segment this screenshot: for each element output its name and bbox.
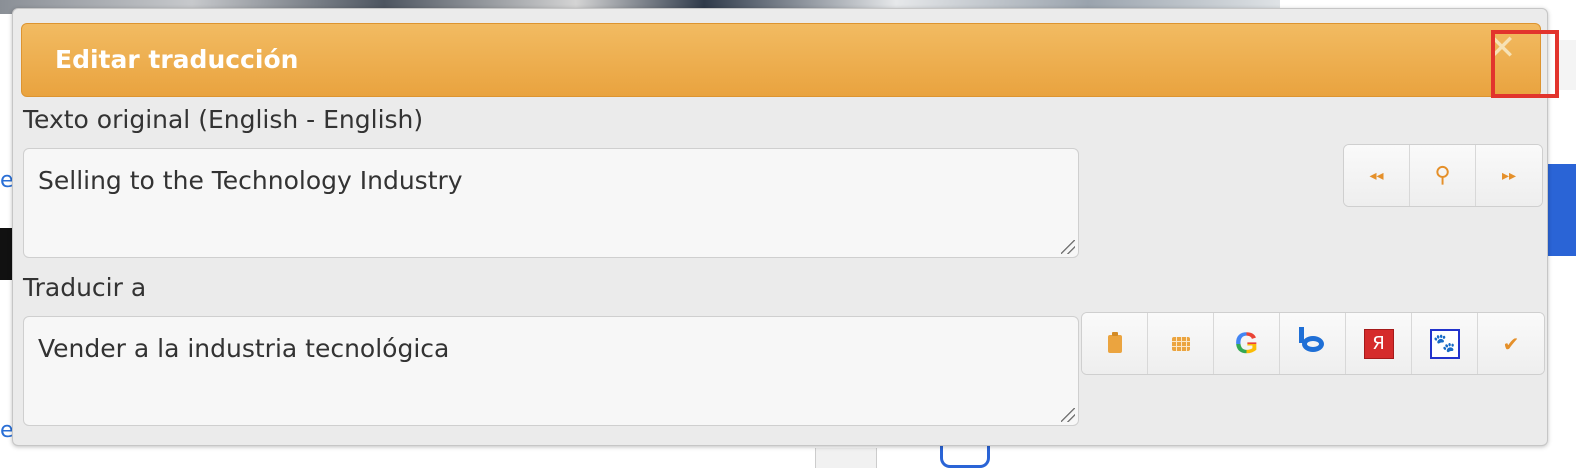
close-button-highlight — [1491, 30, 1559, 98]
yandex-translate-button[interactable]: Я — [1346, 313, 1412, 374]
search-icon: ⚲ — [1434, 163, 1451, 188]
original-text-field[interactable]: Selling to the Technology Industry — [23, 148, 1079, 258]
translation-tools-group: G Я 🐾 ✔ — [1081, 312, 1545, 375]
dialog-title: Editar traducción — [55, 45, 299, 74]
background-footer-fragment — [815, 448, 877, 468]
previous-button[interactable]: ◂◂ — [1344, 145, 1410, 206]
navigation-button-group: ◂◂ ⚲ ▸▸ — [1343, 144, 1543, 207]
original-text-label: Texto original (English - English) — [23, 105, 424, 134]
save-translation-button[interactable]: ✔ — [1478, 313, 1544, 374]
next-icon: ▸▸ — [1501, 167, 1517, 184]
resize-handle[interactable] — [1061, 408, 1075, 422]
translation-value: Vender a la industria tecnológica — [38, 334, 450, 363]
resize-handle[interactable] — [1061, 240, 1075, 254]
yandex-icon: Я — [1363, 328, 1394, 359]
background-icon-fragment — [940, 446, 990, 468]
clipboard-icon — [1107, 331, 1122, 353]
google-icon: G — [1234, 326, 1259, 360]
checkmark-icon: ✔ — [1502, 331, 1520, 356]
previous-icon: ◂◂ — [1369, 167, 1384, 184]
glossary-button[interactable] — [1148, 313, 1214, 374]
background-link-fragment: e — [0, 168, 14, 193]
background-link-fragment: e — [0, 418, 14, 443]
table-icon — [1171, 336, 1190, 351]
bing-icon — [1298, 326, 1324, 352]
search-button[interactable]: ⚲ — [1410, 145, 1476, 206]
copy-original-button[interactable] — [1082, 313, 1148, 374]
dialog-titlebar[interactable]: Editar traducción — [21, 23, 1541, 97]
next-button[interactable]: ▸▸ — [1476, 145, 1542, 206]
translate-to-label: Traducir a — [23, 273, 147, 302]
google-translate-button[interactable]: G — [1214, 313, 1280, 374]
edit-translation-dialog: Editar traducción Texto original (Englis… — [12, 8, 1548, 446]
baidu-translate-button[interactable]: 🐾 — [1412, 313, 1478, 374]
baidu-icon: 🐾 — [1429, 328, 1460, 359]
translation-field[interactable]: Vender a la industria tecnológica — [23, 316, 1079, 426]
background-blue-button — [1548, 164, 1576, 256]
original-text-value: Selling to the Technology Industry — [38, 166, 463, 195]
bing-translate-button[interactable] — [1280, 313, 1346, 374]
